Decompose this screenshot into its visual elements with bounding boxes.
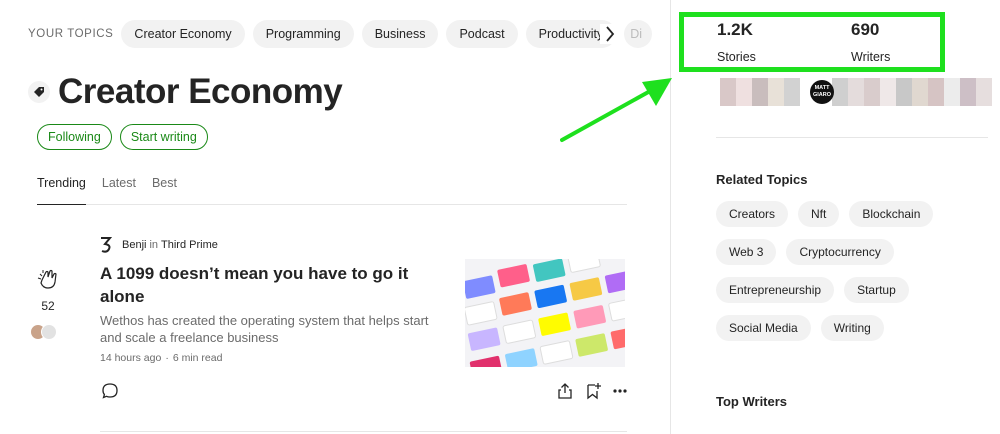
meta-separator: · — [165, 352, 169, 364]
tab-trending[interactable]: Trending — [37, 176, 86, 205]
avatar[interactable] — [864, 78, 880, 106]
avatar[interactable] — [784, 78, 800, 106]
related-topics-row: Social Media Writing — [716, 315, 976, 341]
related-topic-web3[interactable]: Web 3 — [716, 239, 777, 265]
post-subtitle[interactable]: Wethos has created the operating system … — [100, 312, 440, 346]
topic-chip-podcast[interactable]: Podcast — [446, 20, 518, 48]
topic-chip-business[interactable]: Business — [361, 20, 439, 48]
avatar[interactable] — [752, 78, 768, 106]
avatar[interactable] — [912, 78, 928, 106]
avatar[interactable] — [896, 78, 912, 106]
writers-stat: 690 Writers — [851, 20, 890, 64]
avatar[interactable] — [768, 78, 784, 106]
tag-icon — [28, 81, 50, 103]
topic-chip-creator-economy[interactable]: Creator Economy — [121, 20, 245, 48]
related-topics-heading: Related Topics — [716, 172, 808, 187]
avatar[interactable] — [944, 78, 960, 106]
writer-avatar-badge[interactable]: MATT GIARO — [810, 80, 834, 104]
topics-label: YOUR TOPICS — [28, 28, 114, 40]
responder-avatars — [30, 324, 57, 340]
chevron-right-icon[interactable] — [600, 24, 620, 44]
post-actions — [556, 382, 638, 400]
related-topic-creators[interactable]: Creators — [716, 201, 789, 227]
share-icon[interactable] — [556, 382, 574, 400]
publication-logo-icon[interactable] — [100, 237, 114, 253]
sidebar-divider — [716, 137, 988, 138]
topic-chip-overflow[interactable]: Di — [624, 20, 653, 48]
responses-action — [101, 382, 119, 405]
topic-actions: Following Start writing — [37, 124, 216, 150]
author-name[interactable]: Benji — [122, 239, 146, 251]
post-thumbnail[interactable] — [465, 259, 625, 367]
top-writers-heading: Top Writers — [716, 394, 788, 409]
related-topic-social-media[interactable]: Social Media — [716, 315, 811, 341]
clap-icon[interactable] — [36, 268, 60, 295]
feed-tabs: Trending Latest Best — [37, 176, 627, 205]
post-time: 14 hours ago — [100, 352, 162, 364]
clap-widget: 52 — [36, 268, 60, 313]
topic-chip-programming[interactable]: Programming — [252, 20, 354, 48]
avatar[interactable] — [880, 78, 896, 106]
topic-header: Creator Economy — [28, 72, 343, 112]
related-topic-writing[interactable]: Writing — [820, 315, 884, 341]
comment-icon[interactable] — [101, 383, 119, 404]
clap-count: 52 — [41, 299, 55, 313]
post-title[interactable]: A 1099 doesn’t mean you have to go it al… — [100, 262, 440, 308]
post-byline: Benji in Third Prime — [100, 237, 218, 253]
related-topic-entrepreneurship[interactable]: Entrepreneurship — [716, 277, 835, 303]
writers-avatar-strip[interactable] — [720, 78, 992, 106]
avatar[interactable] — [976, 78, 992, 106]
topics-bar: YOUR TOPICS Creator Economy Programming … — [28, 20, 660, 48]
avatar[interactable] — [832, 78, 848, 106]
stories-stat: 1.2K Stories — [717, 20, 756, 64]
related-topics-row: Creators Nft Blockchain — [716, 201, 976, 227]
main-column: YOUR TOPICS Creator Economy Programming … — [0, 0, 670, 434]
tab-best[interactable]: Best — [152, 176, 177, 205]
related-topics-row: Web 3 Cryptocurrency — [716, 239, 976, 265]
related-topic-startup[interactable]: Startup — [844, 277, 909, 303]
start-writing-button[interactable]: Start writing — [119, 124, 208, 150]
page-title: Creator Economy — [58, 72, 343, 111]
writers-count: 690 — [851, 20, 880, 39]
stories-label: Stories — [717, 50, 756, 64]
avatar[interactable] — [736, 78, 752, 106]
post-meta: 14 hours ago · 6 min read — [100, 352, 222, 364]
bookmark-add-icon[interactable] — [584, 382, 602, 400]
read-time: 6 min read — [172, 352, 223, 364]
following-button[interactable]: Following — [37, 124, 112, 150]
related-topics-row: Entrepreneurship Startup — [716, 277, 976, 303]
related-topic-nft[interactable]: Nft — [798, 201, 840, 227]
avatar — [41, 324, 57, 340]
tab-latest[interactable]: Latest — [102, 176, 136, 205]
related-topics-list: Creators Nft Blockchain Web 3 Cryptocurr… — [716, 201, 976, 353]
post-divider — [100, 431, 627, 432]
avatar[interactable] — [848, 78, 864, 106]
related-topic-cryptocurrency[interactable]: Cryptocurrency — [786, 239, 894, 265]
publication-name[interactable]: Third Prime — [161, 239, 218, 251]
avatar[interactable] — [960, 78, 976, 106]
writers-label: Writers — [851, 50, 891, 64]
related-topic-blockchain[interactable]: Blockchain — [849, 201, 934, 227]
more-options-icon[interactable] — [612, 382, 628, 400]
avatar[interactable] — [928, 78, 944, 106]
avatar[interactable] — [720, 78, 736, 106]
in-label: in — [149, 239, 159, 251]
stories-count: 1.2K — [717, 20, 753, 39]
annotation-arrow-icon — [560, 78, 672, 142]
